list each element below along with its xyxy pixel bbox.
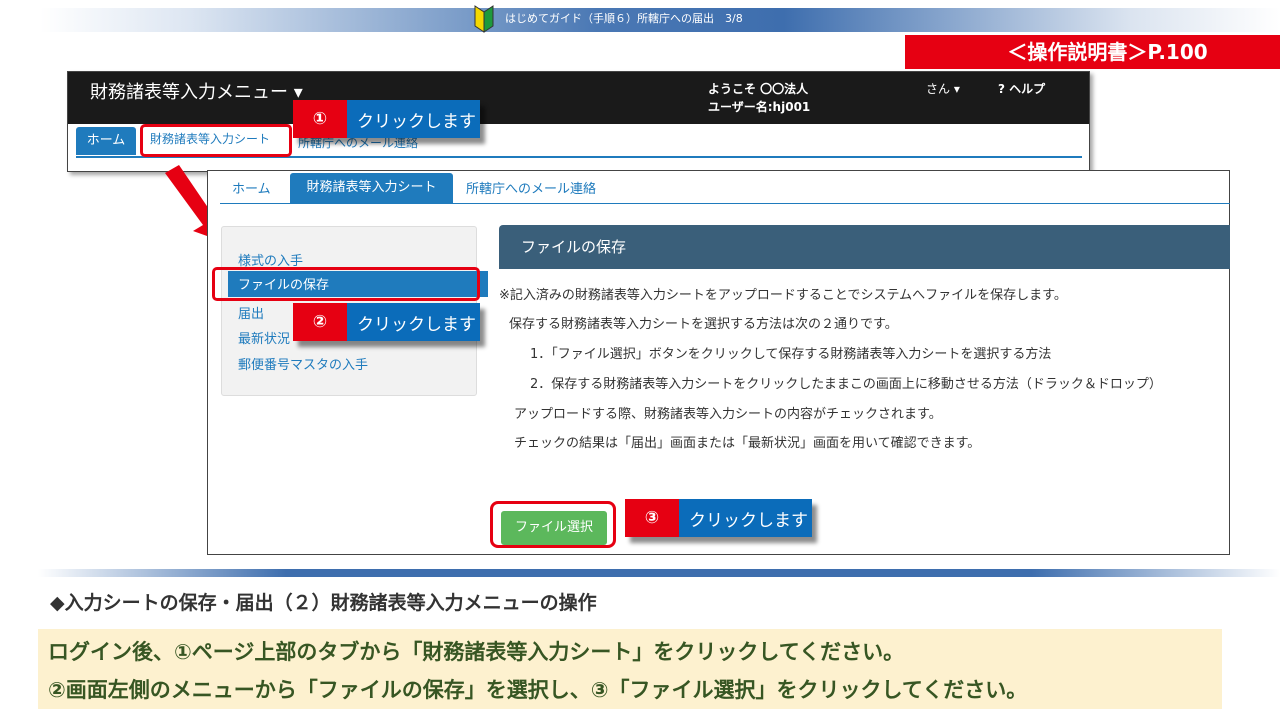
tab-divider bbox=[220, 203, 1230, 204]
callout-step-2: ② クリックします bbox=[293, 303, 480, 341]
panel-paragraph: アップロードする際、財務諸表等入力シートの内容がチェックされます。 bbox=[514, 407, 942, 422]
beginner-mark-icon bbox=[474, 5, 494, 33]
welcome-text: ようこそ 〇〇法人 bbox=[708, 82, 809, 96]
highlight-box bbox=[212, 267, 480, 301]
menu-screenshot-1: 財務諸表等入力メニュー ▾ ようこそ 〇〇法人 ユーザー名:hj001 さん ▾… bbox=[67, 71, 1090, 172]
tab-home[interactable]: ホーム bbox=[232, 178, 271, 197]
highlight-box bbox=[140, 124, 292, 157]
callout-text: クリックします bbox=[679, 499, 812, 537]
manual-reference: ＜操作説明書＞P.100 bbox=[905, 35, 1280, 69]
instruction-line-1: ログイン後、①ページ上部のタブから「財務諸表等入力シート」をクリックしてください… bbox=[48, 640, 905, 664]
sidebar-item-status[interactable]: 最新状況 bbox=[238, 328, 290, 347]
panel-title: ファイルの保存 bbox=[499, 225, 1230, 269]
tab-home[interactable]: ホーム bbox=[76, 127, 136, 155]
tab-mail[interactable]: 所轄庁へのメール連絡 bbox=[466, 178, 596, 197]
callout-step-1: ① クリックします bbox=[293, 100, 480, 138]
panel-paragraph: 2．保存する財務諸表等入力シートをクリックしたままこの画面上に移動させる方法（ド… bbox=[530, 377, 1162, 392]
callout-step-3: ③ クリックします bbox=[625, 499, 812, 537]
callout-text: クリックします bbox=[347, 303, 480, 341]
menu-screenshot-2: ホーム 財務諸表等入力シート 所轄庁へのメール連絡 様式の入手 ファイルの保存 … bbox=[207, 170, 1230, 555]
callout-number: ① bbox=[293, 100, 347, 138]
sidebar-item-postal-master[interactable]: 郵便番号マスタの入手 bbox=[238, 354, 368, 373]
divider-bar bbox=[38, 569, 1280, 577]
callout-text: クリックします bbox=[347, 100, 480, 138]
callout-number: ② bbox=[293, 303, 347, 341]
file-select-button[interactable]: ファイル選択 bbox=[501, 511, 607, 545]
instruction-line-2: ②画面左側のメニューから「ファイルの保存」を選択し、③「ファイル選択」をクリック… bbox=[48, 678, 1028, 702]
app-title[interactable]: 財務諸表等入力メニュー ▾ bbox=[90, 78, 303, 104]
panel-paragraph: 1．「ファイル選択」ボタンをクリックして保存する財務諸表等入力シートを選択する方… bbox=[530, 347, 1052, 362]
tab-input-sheet[interactable]: 財務諸表等入力シート bbox=[290, 173, 453, 203]
username-text: ユーザー名:hj001 bbox=[708, 100, 811, 114]
guide-title: はじめてガイド（手順６）所轄庁への届出 3/8 bbox=[505, 12, 743, 25]
panel-paragraph: ※記入済みの財務諸表等入力シートをアップロードすることでシステムへファイルを保存… bbox=[499, 288, 1067, 303]
section-title: ◆入力シートの保存・届出（２）財務諸表等入力メニューの操作 bbox=[50, 592, 597, 614]
user-menu[interactable]: さん ▾ bbox=[926, 80, 960, 97]
panel-paragraph: 保存する財務諸表等入力シートを選択する方法は次の２通りです。 bbox=[509, 317, 898, 332]
sidebar-item-submit[interactable]: 届出 bbox=[238, 303, 264, 322]
callout-number: ③ bbox=[625, 499, 679, 537]
help-link[interactable]: ? ヘルプ bbox=[998, 80, 1045, 97]
panel-paragraph: チェックの結果は「届出」画面または「最新状況」画面を用いて確認できます。 bbox=[514, 436, 981, 451]
